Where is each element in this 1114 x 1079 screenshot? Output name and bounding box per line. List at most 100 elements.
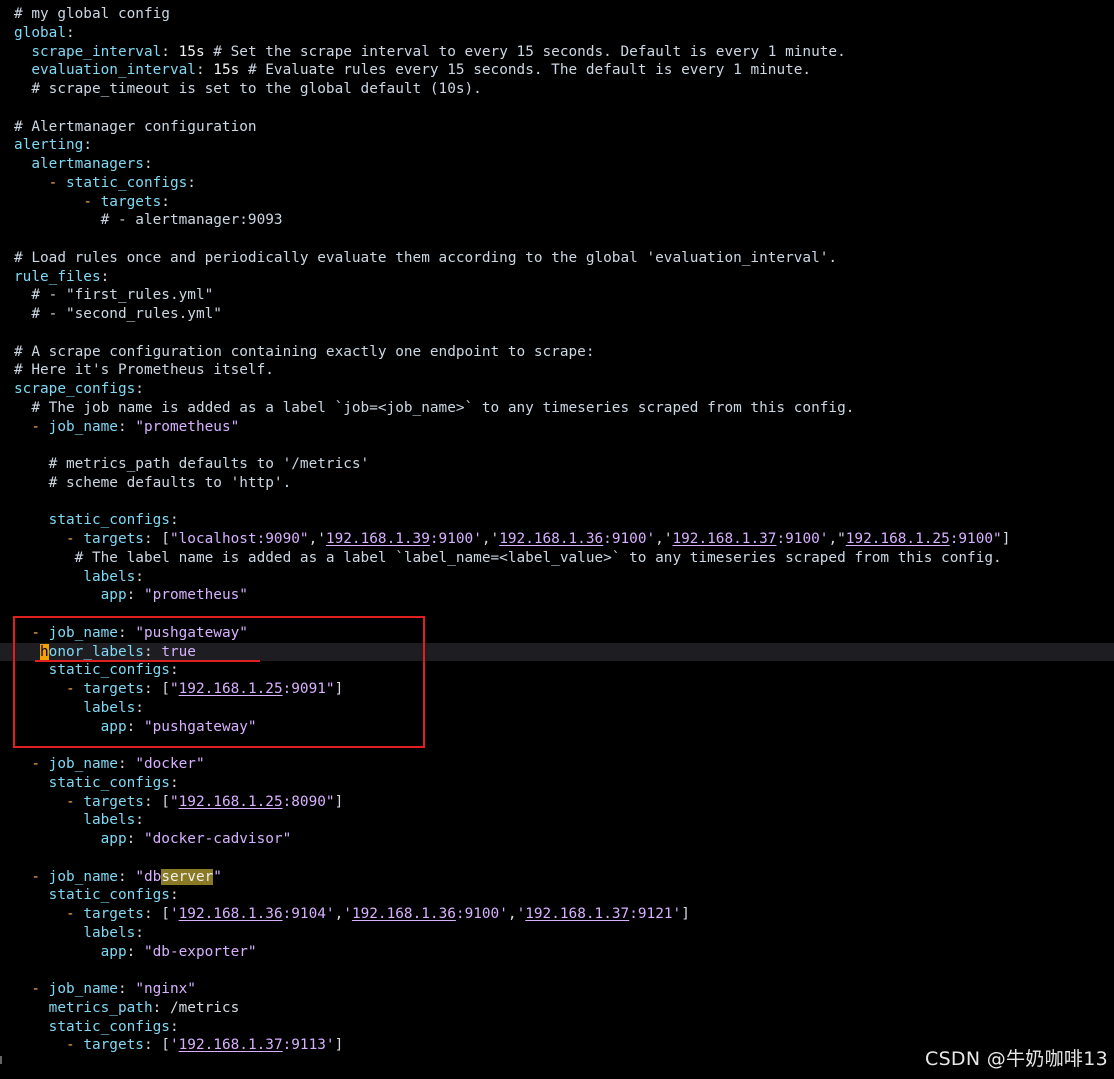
code-token: ] (681, 906, 690, 922)
code-token: "docker" (135, 756, 205, 772)
code-token: : (65, 24, 75, 41)
code-line[interactable]: - job_name: "docker" (14, 755, 1114, 774)
code-line[interactable]: # The job name is added as a label `job=… (14, 399, 1114, 418)
code-line[interactable]: app: "db-exporter" (14, 943, 1114, 962)
code-token: # Alertmanager configuration (14, 118, 257, 135)
code-line[interactable]: - job_name: "dbserver" (14, 868, 1114, 887)
code-line[interactable]: - targets: (14, 193, 1114, 212)
code-token: 192.168.1.25 (178, 793, 283, 810)
code-token: /metrics (169, 999, 240, 1016)
code-token: "prometheus" (135, 418, 240, 435)
code-line[interactable]: labels: (14, 811, 1114, 830)
code-token: "prometheus" (143, 587, 248, 604)
code-token: ,' (655, 531, 673, 547)
code-line[interactable] (14, 849, 1114, 868)
code-token: : (126, 587, 144, 604)
code-line[interactable]: # - alertmanager:9093 (14, 211, 1114, 230)
code-line[interactable]: # Alertmanager configuration (14, 118, 1114, 137)
code-token: " (213, 868, 222, 885)
code-line[interactable]: alertmanagers: (14, 155, 1114, 174)
code-line[interactable]: metrics_path: /metrics (14, 999, 1114, 1018)
code-token: : (152, 999, 170, 1016)
code-token: : [ (143, 1037, 170, 1054)
code-token: "nginx" (135, 981, 196, 997)
code-line[interactable]: - job_name: "nginx" (14, 980, 1114, 999)
code-token: : (126, 831, 144, 847)
code-token: : (195, 62, 214, 79)
code-line[interactable]: app: "prometheus" (14, 586, 1114, 605)
code-line[interactable]: # Load rules once and periodically evalu… (14, 249, 1114, 268)
code-token: 192.168.1.39 (325, 531, 430, 547)
code-line[interactable]: - targets: ["192.168.1.25:8090"] (14, 793, 1114, 812)
code-token: "localhost:9090" (169, 531, 309, 547)
code-token: job_name (40, 756, 118, 772)
code-line[interactable]: # metrics_path defaults to '/metrics' (14, 455, 1114, 474)
code-token: : (135, 812, 144, 829)
code-line[interactable]: - job_name: "prometheus" (14, 418, 1114, 437)
code-line[interactable]: labels: (14, 924, 1114, 943)
code-token: # A scrape configuration containing exac… (14, 343, 595, 360)
code-line[interactable]: # A scrape configuration containing exac… (14, 343, 1114, 362)
code-token: 192.168.1.25 (845, 531, 950, 547)
code-line[interactable] (14, 324, 1114, 343)
code-line[interactable]: # Here it's Prometheus itself. (14, 361, 1114, 380)
code-line[interactable]: scrape_configs: (14, 380, 1114, 399)
code-token: : (169, 774, 179, 791)
code-token: 192.168.1.37 (178, 1037, 283, 1054)
code-line[interactable]: # The label name is added as a label `la… (14, 549, 1114, 568)
code-token: rule_files (14, 268, 101, 285)
code-line[interactable]: static_configs: (14, 774, 1114, 793)
code-token: ,' (481, 531, 500, 547)
code-token: ] (334, 1037, 344, 1054)
code-line[interactable]: # my global config (14, 5, 1114, 24)
code-line[interactable]: - targets: ["localhost:9090",'192.168.1.… (14, 530, 1114, 549)
code-token: 192.168.1.37 (525, 906, 630, 922)
code-token: ] (334, 793, 344, 810)
code-token: labels (14, 812, 136, 829)
code-line[interactable]: static_configs: (14, 886, 1114, 905)
code-token: app (14, 831, 127, 847)
code-line[interactable]: # scrape_timeout is set to the global de… (14, 80, 1114, 99)
code-token: static_configs (14, 887, 170, 904)
code-line[interactable]: static_configs: (14, 511, 1114, 530)
code-line[interactable]: - static_configs: (14, 174, 1114, 193)
code-token: # Here it's Prometheus itself. (14, 362, 274, 379)
code-line[interactable] (14, 436, 1114, 455)
code-token: : (169, 887, 179, 904)
code-token: metrics_path (14, 999, 153, 1016)
code-token: # - "second_rules.yml" (14, 306, 222, 322)
code-line[interactable]: global: (14, 24, 1114, 43)
code-line[interactable]: # - "second_rules.yml" (14, 305, 1114, 324)
code-line[interactable]: scrape_interval: 15s # Set the scrape in… (14, 43, 1114, 62)
code-token: static_configs (14, 1018, 170, 1035)
code-line[interactable]: static_configs: (14, 1018, 1114, 1037)
code-line[interactable]: evaluation_interval: 15s # Evaluate rule… (14, 61, 1114, 80)
code-line[interactable]: # scheme defaults to 'http'. (14, 474, 1114, 493)
code-line[interactable] (14, 230, 1114, 249)
code-token: static_configs (14, 774, 170, 791)
code-token: targets (74, 531, 144, 547)
code-line[interactable]: # - "first_rules.yml" (14, 286, 1114, 305)
code-line[interactable]: - targets: ['192.168.1.36:9104','192.168… (14, 905, 1114, 924)
code-token: # scrape_timeout is set to the global de… (14, 81, 482, 97)
code-line[interactable]: app: "docker-cadvisor" (14, 830, 1114, 849)
code-token: :9100' (603, 531, 656, 547)
code-line[interactable] (14, 493, 1114, 512)
code-editor[interactable]: # my global config global: scrape_interva… (0, 5, 1114, 1055)
code-token: : [ (143, 531, 170, 547)
code-token: : (135, 381, 144, 397)
code-line[interactable]: labels: (14, 568, 1114, 587)
code-token: : (169, 512, 179, 529)
code-token: : [ (143, 793, 170, 810)
code-token: : (126, 943, 144, 960)
code-line[interactable]: alerting: (14, 136, 1114, 155)
code-token: : (117, 868, 136, 885)
code-token: :9113' (282, 1037, 335, 1054)
code-line[interactable] (14, 961, 1114, 980)
code-line[interactable] (14, 99, 1114, 118)
code-line[interactable]: rule_files: (14, 268, 1114, 287)
